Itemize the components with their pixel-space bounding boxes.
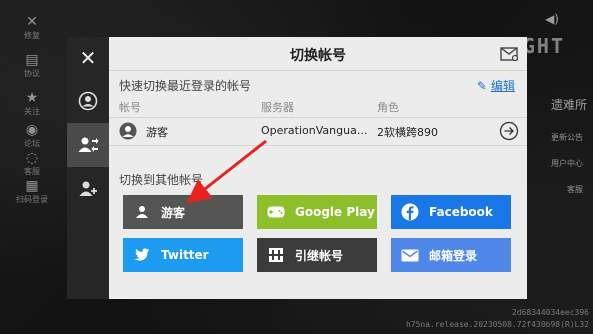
transfer-account-button[interactable]: 引继帐号 bbox=[257, 238, 377, 272]
title-divider bbox=[109, 70, 527, 71]
header-account: 帐号 bbox=[119, 101, 141, 114]
google-play-button[interactable]: Google Play bbox=[257, 195, 377, 229]
facebook-button[interactable]: Facebook bbox=[391, 195, 511, 229]
close-icon: ✕ bbox=[79, 46, 97, 70]
dialog-title: 切换帐号 bbox=[290, 48, 346, 64]
other-accounts-label: 切换到其他帐号 bbox=[119, 173, 204, 187]
tab-account[interactable] bbox=[67, 79, 109, 123]
email-label: 邮箱登录 bbox=[429, 248, 478, 263]
guest-label: 游客 bbox=[161, 205, 186, 220]
recent-accounts-label: 快速切换最近登录的帐号 bbox=[119, 79, 252, 93]
transfer-label: 引继帐号 bbox=[295, 248, 344, 263]
google-play-label: Google Play bbox=[295, 205, 375, 219]
row-divider bbox=[109, 145, 527, 146]
guest-login-button[interactable]: 游客 bbox=[123, 195, 243, 229]
guest-icon bbox=[133, 203, 151, 221]
close-button[interactable]: ✕ bbox=[67, 37, 109, 79]
twitter-label: Twitter bbox=[161, 248, 209, 262]
transfer-icon bbox=[267, 246, 285, 264]
facebook-label: Facebook bbox=[429, 205, 493, 219]
row-role: 2软横跨890 bbox=[377, 126, 438, 139]
edit-label: 编辑 bbox=[490, 79, 515, 93]
header-role: 角色 bbox=[377, 101, 399, 114]
gamepad-icon bbox=[267, 203, 285, 221]
twitter-icon bbox=[133, 246, 151, 264]
pencil-icon: ✎ bbox=[476, 79, 487, 93]
switch-account-icon bbox=[78, 137, 99, 152]
tab-switch-account[interactable] bbox=[67, 123, 109, 167]
mail-icon bbox=[401, 246, 419, 264]
tab-add-account[interactable] bbox=[67, 167, 109, 211]
edit-button[interactable]: ✎ 编辑 bbox=[477, 77, 515, 94]
facebook-icon bbox=[401, 203, 419, 221]
row-server: OperationVangua... bbox=[261, 124, 368, 137]
user-avatar-icon bbox=[119, 122, 137, 140]
message-icon[interactable] bbox=[500, 47, 518, 61]
email-login-button[interactable]: 邮箱登录 bbox=[391, 238, 511, 272]
header-server: 服务器 bbox=[261, 101, 294, 114]
twitter-button[interactable]: Twitter bbox=[123, 238, 243, 272]
arrow-right-icon[interactable] bbox=[499, 121, 519, 141]
row-account: 游客 bbox=[146, 126, 168, 139]
add-account-icon bbox=[79, 181, 97, 196]
dialog-sidebar: ✕ bbox=[67, 37, 109, 299]
account-icon bbox=[78, 91, 98, 111]
switch-account-panel: 切换帐号 快速切换最近登录的帐号 ✎ 编辑 帐号 服务器 角色 游客 Operat… bbox=[109, 37, 527, 299]
recent-account-row[interactable]: 游客 OperationVangua... 2软横跨890 bbox=[109, 118, 527, 145]
